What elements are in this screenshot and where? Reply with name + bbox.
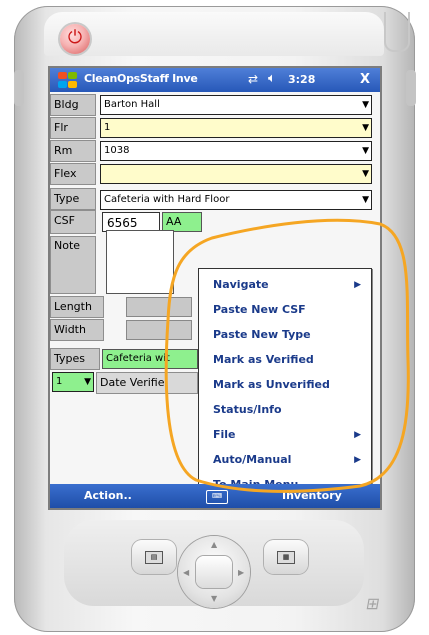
submenu-arrow-icon: ▶ <box>354 455 361 465</box>
menu-item-navigate[interactable]: Navigate ▶ <box>199 273 371 297</box>
menu-item-file[interactable]: File ▶ <box>199 423 371 447</box>
menu-item-label: Status/Info <box>213 403 282 416</box>
power-button[interactable]: ⏻ <box>60 24 90 54</box>
action-menu-button[interactable]: Action.. <box>84 489 132 502</box>
windows-logo-icon: ⊞ <box>364 594 382 613</box>
menu-item-label: Auto/Manual <box>213 453 292 466</box>
device-screen: CleanOpsStaff Inve ⇄ 🔈︎ 3:28 X Bldg Bart… <box>50 68 380 508</box>
chevron-down-icon: ▼ <box>84 377 91 387</box>
rm-dropdown[interactable]: 1038 ▼ <box>100 141 372 161</box>
dpad-right-icon: ▶ <box>238 568 245 577</box>
bldg-dropdown[interactable]: Barton Hall ▼ <box>100 95 372 115</box>
device-top-band <box>44 12 384 56</box>
connectivity-icon[interactable]: ⇄ <box>248 72 258 86</box>
chevron-down-icon: ▼ <box>362 169 369 179</box>
clock[interactable]: 3:28 <box>288 73 315 86</box>
app-title: CleanOpsStaff Inve <box>84 72 198 85</box>
menu-item-mark-as-unverified[interactable]: Mark as Unverified <box>199 373 371 397</box>
title-bar: CleanOpsStaff Inve ⇄ 🔈︎ 3:28 X <box>50 68 380 92</box>
dpad-select-button[interactable] <box>196 556 232 588</box>
windows-start-icon[interactable] <box>56 71 78 89</box>
type-value: Cafeteria with Hard Floor <box>104 194 230 205</box>
submenu-arrow-icon: ▶ <box>354 430 361 440</box>
width-field[interactable] <box>126 320 192 340</box>
dpad-down-icon: ▼ <box>211 594 218 603</box>
bldg-label: Bldg <box>50 94 96 116</box>
menu-item-label: Navigate <box>213 278 269 291</box>
stylus-slot <box>384 12 410 52</box>
inventory-form: Bldg Barton Hall ▼ Flr 1 ▼ Rm 1038 ▼ Fle… <box>50 92 380 500</box>
flex-dropdown[interactable]: ▼ <box>100 164 372 184</box>
flr-dropdown[interactable]: 1 ▼ <box>100 118 372 138</box>
right-softkey-button[interactable]: ▦ <box>264 540 308 574</box>
menu-item-auto-manual[interactable]: Auto/Manual ▶ <box>199 448 371 472</box>
rm-value: 1038 <box>104 145 130 156</box>
left-softkey-button[interactable]: ▤ <box>132 540 176 574</box>
date-verified-label: Date Verifie <box>96 372 198 394</box>
menu-item-paste-new-csf[interactable]: Paste New CSF <box>199 298 371 322</box>
submenu-arrow-icon: ▶ <box>354 280 361 290</box>
menu-item-paste-new-type[interactable]: Paste New Type <box>199 323 371 347</box>
chevron-down-icon: ▼ <box>362 195 369 205</box>
speaker-icon[interactable]: 🔈︎ <box>268 71 276 86</box>
menu-item-label: Paste New CSF <box>213 303 306 316</box>
menu-bar: Action.. ⌨ Inventory <box>50 484 380 508</box>
dpad-up-icon: ▲ <box>211 540 218 549</box>
side-grip-left <box>14 70 24 106</box>
rm-label: Rm <box>50 140 96 162</box>
keyboard-icon[interactable]: ⌨ <box>206 490 228 504</box>
softkey-left-icon: ▤ <box>145 551 163 564</box>
chevron-down-icon: ▼ <box>362 100 369 110</box>
chevron-down-icon: ▼ <box>362 123 369 133</box>
note-label: Note <box>50 236 96 294</box>
note-textarea[interactable] <box>106 230 174 294</box>
length-field[interactable] <box>126 297 192 317</box>
menu-item-mark-as-verified[interactable]: Mark as Verified <box>199 348 371 372</box>
menu-item-label: File <box>213 428 236 441</box>
type-label: Type <box>50 188 96 210</box>
menu-item-label: Paste New Type <box>213 328 311 341</box>
dpad-left-icon: ◀ <box>183 568 190 577</box>
count-dropdown[interactable]: 1 ▼ <box>52 372 94 392</box>
bldg-value: Barton Hall <box>104 99 160 110</box>
csf-label: CSF <box>50 210 96 234</box>
menu-item-status-info[interactable]: Status/Info <box>199 398 371 422</box>
close-button[interactable]: X <box>356 72 374 88</box>
action-context-menu: Navigate ▶ Paste New CSF Paste New Type Mark… <box>198 268 372 500</box>
width-label: Width <box>50 319 104 341</box>
menu-item-label: Mark as Verified <box>213 353 314 366</box>
types-field[interactable]: Cafeteria wit <box>102 349 198 369</box>
inventory-menu-button[interactable]: Inventory <box>282 489 342 502</box>
menu-item-label: Mark as Unverified <box>213 378 330 391</box>
count-value: 1 <box>56 376 63 387</box>
flex-label: Flex <box>50 163 96 185</box>
length-label: Length <box>50 296 104 318</box>
types-label: Types <box>50 348 100 370</box>
csf-input[interactable]: 6565 <box>102 212 160 232</box>
type-dropdown[interactable]: Cafeteria with Hard Floor ▼ <box>100 190 372 210</box>
flr-label: Flr <box>50 117 96 139</box>
softkey-right-icon: ▦ <box>277 551 295 564</box>
chevron-down-icon: ▼ <box>362 146 369 156</box>
side-grip-right <box>406 70 416 106</box>
power-icon: ⏻ <box>67 27 83 48</box>
csf-extra[interactable]: AA <box>162 212 202 232</box>
flr-value: 1 <box>104 122 111 133</box>
